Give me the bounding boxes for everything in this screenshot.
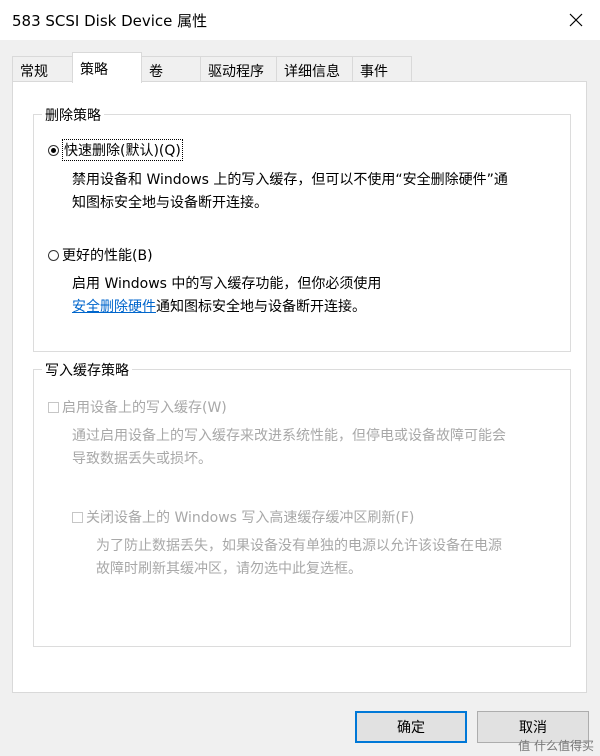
- removal-policy-title: 删除策略: [42, 105, 104, 125]
- write-cache-policy-title: 写入缓存策略: [42, 360, 132, 380]
- disable-flush-label: 关闭设备上的 Windows 写入高速缓存缓冲区刷新(F): [86, 510, 415, 526]
- removal-policy-group: 删除策略 快速删除(默认)(Q) 禁用设备和 Windows 上的写入缓存，但可…: [33, 105, 571, 352]
- write-cache-policy-group: 写入缓存策略 启用设备上的写入缓存(W) 通过启用设备上的写入缓存来改进系统性能…: [33, 360, 571, 647]
- tab-driver[interactable]: 驱动程序: [200, 56, 277, 82]
- disable-flush-checkbox[interactable]: 关闭设备上的 Windows 写入高速缓存缓冲区刷新(F): [72, 507, 414, 527]
- quick-removal-radio[interactable]: 快速删除(默认)(Q): [48, 139, 183, 161]
- better-performance-radio[interactable]: 更好的性能(B): [48, 245, 153, 265]
- close-icon: [569, 13, 583, 27]
- title-bar: 583 SCSI Disk Device 属性: [0, 0, 600, 40]
- tab-policy[interactable]: 策略: [72, 52, 142, 83]
- checkbox-icon: [48, 401, 59, 413]
- quick-removal-desc: 禁用设备和 Windows 上的写入缓存，但可以不使用“安全删除硬件”通 知图标…: [72, 172, 508, 211]
- tab-general[interactable]: 常规: [12, 56, 73, 82]
- enable-write-cache-desc: 通过启用设备上的写入缓存来改进系统性能，但停电或设备故障可能会 导致数据丢失或损…: [72, 428, 506, 467]
- tab-events[interactable]: 事件: [352, 56, 412, 82]
- disable-flush-desc: 为了防止数据丢失，如果设备没有单独的电源以允许该设备在电源 故障时刷新其缓冲区，…: [96, 538, 502, 577]
- checkbox-icon: [72, 511, 83, 523]
- window-title: 583 SCSI Disk Device 属性: [12, 12, 208, 30]
- watermark: 值 什么值得买: [518, 739, 594, 753]
- quick-removal-label: 快速删除(默认)(Q): [62, 139, 183, 161]
- tab-strip: 常规 策略 卷 驱动程序 详细信息 事件: [12, 52, 588, 83]
- radio-selected-icon: [48, 144, 59, 156]
- safely-remove-hardware-link[interactable]: 安全删除硬件: [72, 299, 156, 315]
- policy-panel: 删除策略 快速删除(默认)(Q) 禁用设备和 Windows 上的写入缓存，但可…: [12, 81, 587, 693]
- better-performance-label: 更好的性能(B): [62, 248, 153, 264]
- enable-write-cache-label: 启用设备上的写入缓存(W): [62, 400, 227, 416]
- better-performance-desc: 启用 Windows 中的写入缓存功能，但你必须使用 安全删除硬件通知图标安全地…: [72, 276, 382, 315]
- ok-button[interactable]: 确定: [355, 711, 467, 743]
- tab-details[interactable]: 详细信息: [276, 56, 353, 82]
- enable-write-cache-checkbox[interactable]: 启用设备上的写入缓存(W): [48, 397, 227, 417]
- close-button[interactable]: [560, 4, 592, 36]
- radio-unselected-icon: [48, 249, 59, 261]
- tab-volume[interactable]: 卷: [141, 56, 201, 82]
